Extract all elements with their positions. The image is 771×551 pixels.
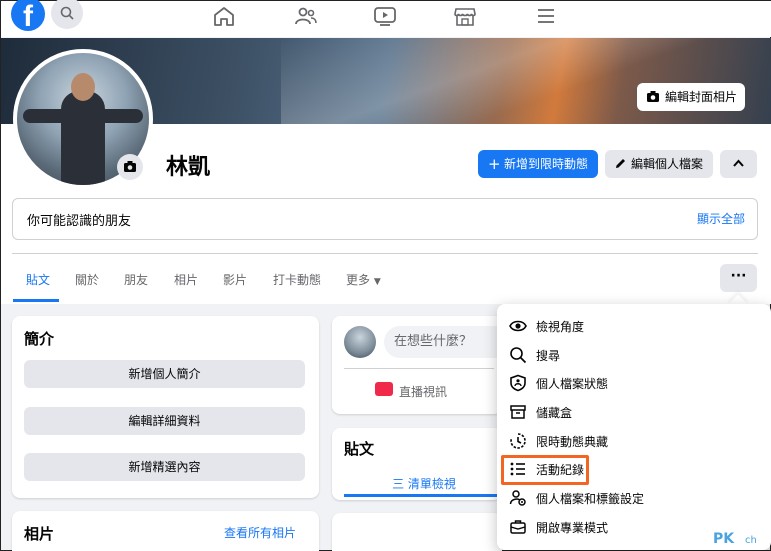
menu-item-profile-status[interactable]: 個人檔案狀態 [507, 369, 767, 397]
caret-down-icon: ▼ [373, 277, 381, 287]
activity-log-highlight-box [501, 455, 589, 485]
menu-hamburger-icon[interactable] [533, 5, 559, 27]
edit-profile-button[interactable]: 編輯個人檔案 [605, 150, 713, 178]
home-icon[interactable] [211, 5, 237, 27]
menu-item-profile-tag-settings[interactable]: 個人檔案和標籤設定 [507, 484, 767, 512]
menu-item-label: 個人檔案狀態 [536, 377, 609, 391]
more-options-button[interactable]: ··· [720, 264, 757, 292]
menu-item-label: 儲藏盒 [536, 406, 573, 420]
tab-photos[interactable]: 相片 [174, 271, 198, 288]
menu-item-archive[interactable]: 儲藏盒 [507, 398, 767, 426]
composer-input[interactable]: 在想些什麼？ [384, 326, 514, 358]
menu-item-view-as[interactable]: 檢視角度 [507, 312, 767, 340]
menu-item-label: 個人檔案和標籤設定 [536, 492, 645, 506]
menu-item-label: 開啟專業模式 [536, 521, 609, 535]
menu-item-story-archive[interactable]: 限時動態典藏 [507, 427, 767, 455]
list-view-tab[interactable]: 三 清單檢視 [344, 473, 504, 497]
marketplace-icon[interactable] [452, 5, 478, 27]
tab-check-ins[interactable]: 打卡動態 [273, 271, 321, 288]
tab-more-label: 更多 [346, 273, 371, 287]
intro-card: 簡介 新增個人簡介 編輯詳細資料 新增精選內容 [12, 316, 319, 498]
people-you-may-know-card: 你可能認識的朋友 顯示全部 [12, 198, 758, 240]
edit-cover-photo-button[interactable]: 編輯封面相片 [637, 83, 745, 111]
briefcase-icon [510, 520, 526, 534]
photos-card: 相片 查看所有相片 [12, 511, 319, 551]
search-icon [510, 347, 527, 364]
friends-icon[interactable] [293, 5, 319, 27]
edit-profile-label: 編輯個人檔案 [631, 157, 704, 171]
camera-icon [647, 91, 659, 102]
story-archive-icon [510, 433, 526, 449]
posts-title: 貼文 [344, 440, 375, 458]
composer-divider [344, 368, 494, 369]
tab-friends[interactable]: 朋友 [124, 271, 148, 288]
edit-cover-photo-label: 編輯封面相片 [665, 90, 738, 104]
add-bio-button[interactable]: 新增個人簡介 [24, 360, 305, 388]
watermark-suffix: ch [745, 535, 757, 546]
watermark-logo: PK [713, 531, 735, 547]
tab-videos[interactable]: 影片 [223, 271, 247, 288]
more-options-menu: 檢視角度 搜尋 個人檔案狀態 儲藏盒 限時動態典藏 活動紀錄 個人檔案和標籤設定… [497, 304, 771, 550]
edit-details-button[interactable]: 編輯詳細資料 [24, 407, 305, 435]
live-video-icon[interactable] [375, 382, 393, 396]
profile-name: 林凱 [166, 155, 211, 180]
avatar-figure-body [61, 91, 105, 185]
facebook-logo-icon[interactable]: f [11, 0, 45, 31]
profile-settings-icon [509, 490, 526, 506]
composer-avatar[interactable] [344, 326, 376, 358]
add-to-story-label: 新增到限時動態 [504, 157, 589, 171]
search-button[interactable] [51, 0, 83, 29]
shield-icon [510, 374, 526, 392]
top-navigation-bar: f [1, 0, 771, 37]
menu-item-search[interactable]: 搜尋 [507, 341, 767, 369]
see-all-friends-link[interactable]: 顯示全部 [697, 210, 745, 227]
camera-icon [124, 161, 136, 172]
feed-card [332, 513, 502, 551]
posts-card: 貼文 三 清單檢視 [332, 428, 504, 500]
live-video-label[interactable]: 直播視訊 [399, 383, 447, 400]
avatar-figure-head [71, 73, 95, 101]
eye-icon [509, 320, 527, 332]
section-divider [12, 253, 758, 254]
menu-item-label: 限時動態典藏 [536, 435, 609, 449]
update-profile-picture-button[interactable] [117, 154, 143, 180]
tab-about[interactable]: 關於 [75, 271, 99, 288]
pencil-icon [616, 159, 625, 168]
plus-icon: + [488, 155, 501, 173]
watch-video-icon[interactable] [372, 5, 398, 27]
photos-title: 相片 [24, 525, 55, 543]
intro-title: 簡介 [24, 330, 55, 348]
add-featured-button[interactable]: 新增精選內容 [24, 453, 305, 481]
people-you-may-know-title: 你可能認識的朋友 [27, 214, 132, 229]
see-all-photos-link[interactable]: 查看所有相片 [224, 524, 296, 541]
tab-posts[interactable]: 貼文 [26, 271, 50, 288]
tab-more[interactable]: 更多 ▼ [346, 271, 381, 288]
search-icon [60, 6, 74, 20]
post-composer-card: 在想些什麼？ 直播視訊 [332, 316, 514, 414]
add-to-story-button[interactable]: + 新增到限時動態 [478, 150, 598, 178]
menu-item-label: 檢視角度 [536, 320, 585, 334]
active-tab-indicator [13, 299, 59, 302]
menu-item-label: 搜尋 [536, 349, 561, 363]
archive-box-icon [510, 405, 526, 419]
chevron-up-icon [733, 159, 744, 167]
collapse-button[interactable] [720, 150, 757, 178]
